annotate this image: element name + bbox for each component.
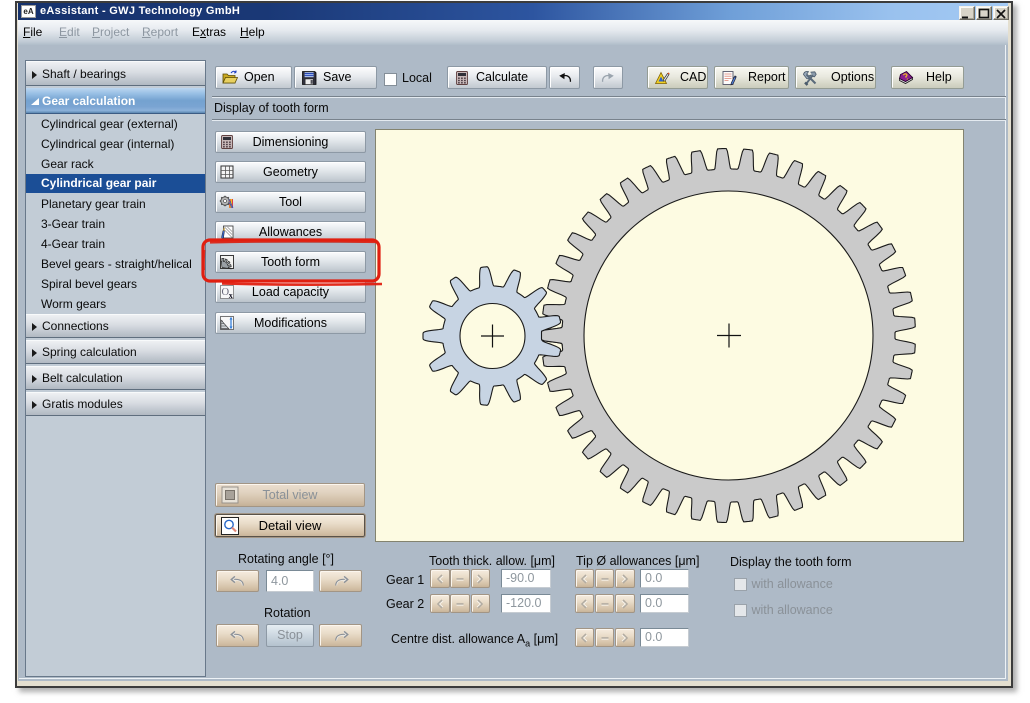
svg-text:x: x [229, 291, 233, 300]
